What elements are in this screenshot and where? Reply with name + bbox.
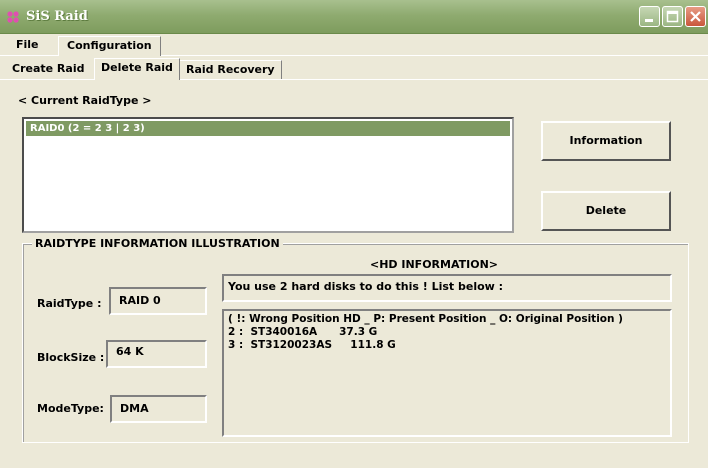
close-button[interactable] xyxy=(685,6,706,27)
close-icon xyxy=(690,11,701,22)
modetype-value: DMA xyxy=(110,395,207,423)
raid-list[interactable]: RAID0 (2 = 2 3 | 2 3) xyxy=(22,117,514,233)
current-raidtype-label: < Current RaidType > xyxy=(18,94,152,107)
sis-logo-icon xyxy=(6,10,20,24)
tab-raid-recovery[interactable]: Raid Recovery xyxy=(179,60,282,80)
maximize-icon xyxy=(666,10,679,23)
hd-disk-line: 3 : ST3120023AS 111.8 G xyxy=(228,339,396,351)
modetype-label: ModeType: xyxy=(37,402,104,415)
raidtype-label: RaidType : xyxy=(37,297,102,310)
tab-delete-raid[interactable]: Delete Raid xyxy=(94,58,180,80)
group-title: RAIDTYPE INFORMATION ILLUSTRATION xyxy=(32,237,283,250)
raidtype-value: RAID 0 xyxy=(109,287,207,315)
title-bar[interactable]: SiS Raid xyxy=(0,0,708,34)
hd-legend-line: ( !: Wrong Position HD _ P: Present Posi… xyxy=(228,313,623,325)
menu-configuration[interactable]: Configuration xyxy=(58,36,161,56)
minimize-button[interactable] xyxy=(639,6,660,27)
raid-list-item[interactable]: RAID0 (2 = 2 3 | 2 3) xyxy=(26,121,510,136)
hd-detail-box: ( !: Wrong Position HD _ P: Present Posi… xyxy=(222,309,672,437)
information-button[interactable]: Information xyxy=(541,121,671,161)
maximize-button[interactable] xyxy=(662,6,683,27)
blocksize-value: 64 K xyxy=(106,340,207,368)
blocksize-label: BlockSize : xyxy=(37,351,105,364)
minimize-icon xyxy=(645,19,653,22)
tab-create-raid[interactable]: Create Raid xyxy=(10,60,87,80)
hd-disk-line: 2 : ST340016A 37.3 G xyxy=(228,326,378,338)
menu-file[interactable]: File xyxy=(10,36,45,56)
window-title: SiS Raid xyxy=(26,9,88,24)
hd-info-title: <HD INFORMATION> xyxy=(370,258,498,271)
delete-button[interactable]: Delete xyxy=(541,191,671,231)
hd-summary: You use 2 hard disks to do this ! List b… xyxy=(222,274,672,302)
